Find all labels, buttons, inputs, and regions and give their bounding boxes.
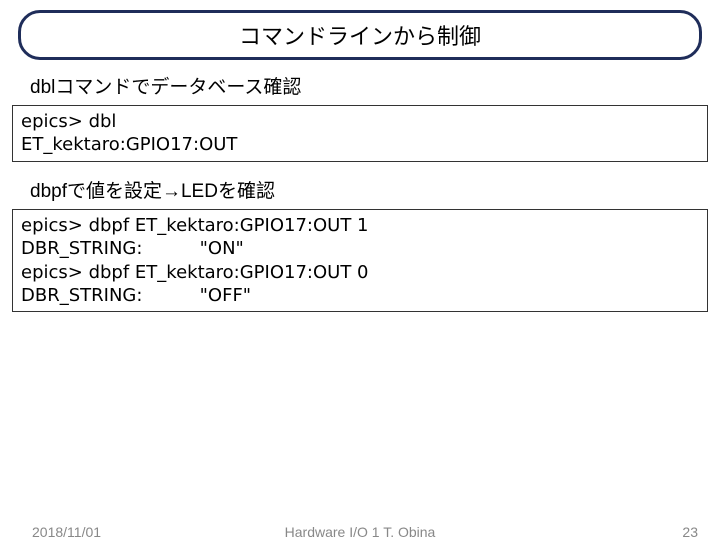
footer-attribution: Hardware I/O 1 T. Obina: [285, 524, 436, 540]
slide-title: コマンドラインから制御: [18, 10, 702, 60]
section2-heading: dbpfで値を設定→LEDを確認: [30, 176, 720, 203]
footer-page-number: 23: [682, 524, 698, 540]
section1-heading: dblコマンドでデータベース確認: [30, 72, 720, 99]
code-block-dbpf: epics> dbpf ET_kektaro:GPIO17:OUT 1 DBR_…: [12, 209, 708, 313]
code-block-dbl: epics> dbl ET_kektaro:GPIO17:OUT: [12, 105, 708, 162]
footer-date: 2018/11/01: [32, 524, 101, 540]
slide-footer: 2018/11/01 Hardware I/O 1 T. Obina 23: [0, 524, 720, 540]
